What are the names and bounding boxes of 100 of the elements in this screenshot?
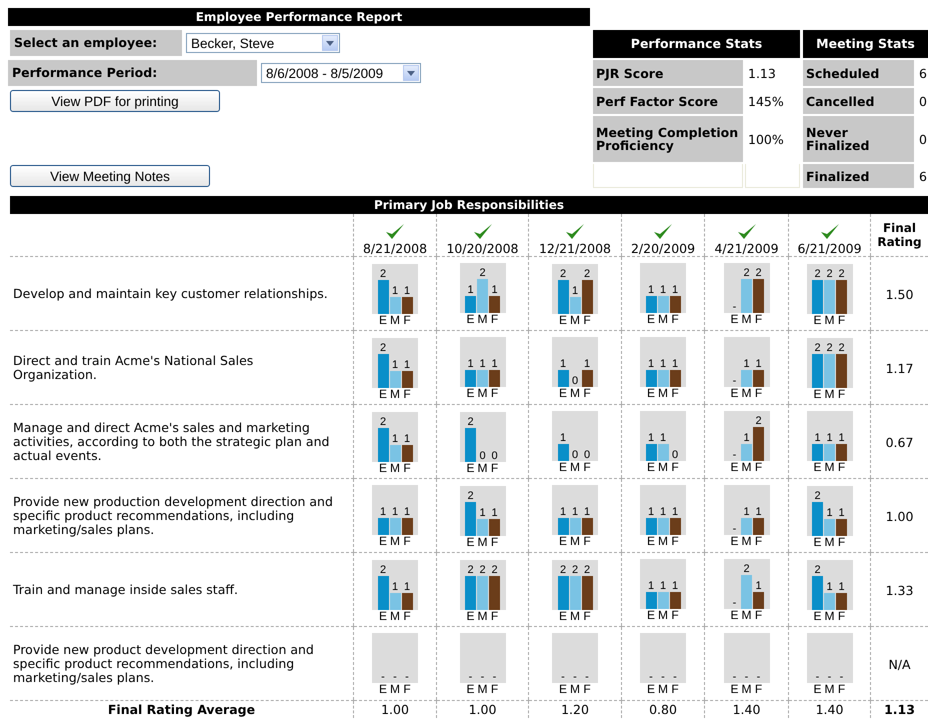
bar-label: M	[390, 610, 400, 622]
bar	[658, 370, 668, 386]
bar	[658, 592, 668, 608]
bar-label: F	[754, 460, 764, 472]
bar-value: 1	[404, 360, 410, 370]
bar-value: -	[673, 672, 677, 682]
bar	[465, 576, 476, 610]
bar	[670, 592, 680, 608]
bar-label: F	[836, 314, 846, 326]
bar	[489, 518, 500, 536]
bar-label: F	[670, 608, 680, 620]
bar-value: 1	[404, 506, 410, 518]
bar-label: M	[824, 682, 835, 694]
bar	[402, 370, 412, 388]
bar-value: 1	[672, 506, 678, 518]
bar	[465, 370, 476, 386]
bar-label: F	[754, 682, 764, 694]
bar-label: E	[465, 536, 476, 548]
bar	[836, 444, 847, 460]
bar	[646, 518, 656, 534]
bar-value: 1	[826, 432, 833, 444]
bar-value: 2	[814, 342, 821, 354]
bar	[646, 370, 656, 386]
bar-label: E	[646, 682, 656, 694]
bar-label: M	[477, 386, 488, 398]
bar-value: 1	[584, 506, 590, 518]
bar-label: F	[582, 610, 592, 622]
bar-label: E	[729, 460, 740, 472]
final-rating: 1.17	[886, 361, 914, 376]
bar-label: F	[402, 314, 412, 326]
bar-label: M	[477, 462, 488, 474]
bar	[402, 518, 412, 534]
bar-value: 0	[672, 450, 678, 460]
bar-value: 2	[479, 564, 486, 576]
period-select[interactable]: 8/6/2008 - 8/5/2009	[261, 63, 421, 83]
bar	[812, 280, 823, 314]
stat-label: PJR Score	[593, 60, 743, 86]
bar-value: 2	[584, 268, 590, 280]
view-pdf-button[interactable]: View PDF for printing	[10, 90, 220, 112]
bar-label: F	[402, 682, 412, 694]
bar-label: E	[812, 460, 822, 472]
bar-value: 1	[672, 580, 678, 592]
date-header: 8/21/2008	[362, 241, 428, 256]
bar-value: -	[732, 672, 736, 682]
bar-value: 1	[572, 506, 578, 518]
bar-label: E	[729, 312, 740, 324]
bar-label: F	[754, 312, 764, 324]
bar-label: M	[390, 462, 400, 474]
bar	[402, 592, 412, 610]
final-rating: 1.50	[886, 287, 914, 302]
bar	[658, 518, 668, 534]
bar-label: M	[658, 608, 668, 620]
bar-value: 2	[572, 564, 578, 576]
employee-select[interactable]: Becker, Steve	[186, 33, 340, 53]
bar-value: 1	[560, 506, 566, 518]
bar-value: 1	[826, 582, 833, 592]
stat-label: Meeting Completion Proficiency	[593, 116, 743, 162]
bar-value: -	[393, 672, 397, 682]
bar-value: 1	[755, 358, 762, 370]
bar-value: 1	[660, 358, 666, 370]
responsibility-text: Provide new product development direction and specific product recommendations, including marketing/sales plans.	[13, 642, 314, 684]
section-title: Primary Job Responsibilities	[10, 196, 928, 214]
bar-value: -	[573, 672, 577, 682]
bar-value: 2	[584, 564, 590, 576]
bar-value: 1	[479, 358, 486, 370]
bar-label: E	[378, 462, 388, 474]
bar-value: 2	[380, 342, 386, 354]
bar-label: F	[402, 534, 412, 546]
bar-label: E	[378, 682, 388, 694]
bar-label: E	[646, 312, 656, 324]
bar-label: F	[582, 534, 592, 546]
bar-label: M	[658, 534, 668, 546]
bar-label: F	[670, 386, 680, 398]
bar-label: E	[465, 682, 476, 694]
bar-label: E	[465, 610, 476, 622]
bar-label: M	[824, 610, 835, 622]
final-rating: N/A	[888, 657, 911, 672]
bar-value: 1	[404, 286, 410, 296]
bar-value: 1	[672, 284, 678, 296]
bar	[390, 518, 400, 534]
final-rating: 1.33	[886, 583, 914, 598]
bar-label: M	[741, 386, 752, 398]
view-notes-button[interactable]: View Meeting Notes	[10, 165, 210, 187]
bar-label: E	[729, 608, 740, 620]
bar-value: 1	[572, 286, 578, 296]
bar-label: E	[646, 386, 656, 398]
bar	[836, 518, 847, 536]
bar	[558, 518, 568, 534]
bar-value: 2	[743, 564, 750, 574]
bar-label: F	[754, 608, 764, 620]
bar-label: M	[477, 610, 488, 622]
bar-value: 1	[743, 358, 750, 370]
bar-value: 1	[648, 506, 654, 518]
bar	[582, 518, 592, 534]
average-value: 1.40	[732, 702, 760, 717]
bar-value: 1	[479, 508, 486, 518]
bar-label: M	[741, 534, 752, 546]
bar	[658, 444, 668, 460]
bar-label: F	[670, 682, 680, 694]
bar	[477, 576, 488, 610]
